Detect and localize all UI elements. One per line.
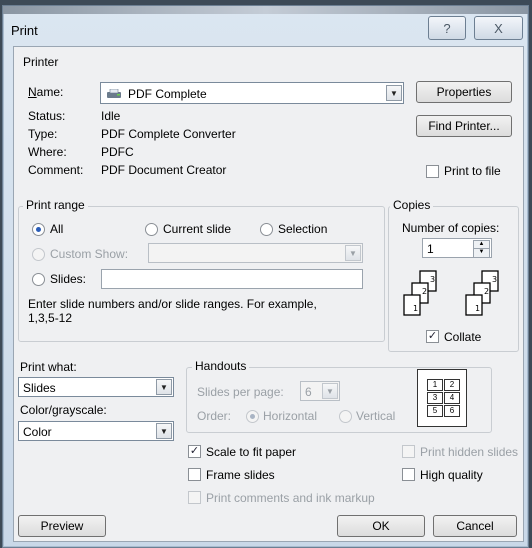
ok-button[interactable]: OK xyxy=(337,515,425,537)
collate-illustration-icon: 321 321 xyxy=(400,265,508,319)
print-comments-label: Print comments and ink markup xyxy=(206,491,375,505)
custom-show-radio[interactable] xyxy=(32,248,45,261)
custom-show-select[interactable]: ▼ xyxy=(148,243,363,263)
print-what-select[interactable]: Slides ▼ xyxy=(18,377,174,397)
frame-slides-checkbox[interactable] xyxy=(188,468,201,481)
chevron-down-icon: ▼ xyxy=(156,423,172,439)
handout-preview: 1 2 3 4 5 6 xyxy=(417,369,467,427)
collate-label: Collate xyxy=(444,330,482,344)
print-range-label: Print range xyxy=(23,198,88,212)
print-hidden-slides-label: Print hidden slides xyxy=(420,445,519,459)
copies-label: Copies xyxy=(390,198,434,212)
chevron-down-icon: ▼ xyxy=(156,379,172,395)
type-value: PDF Complete Converter xyxy=(101,127,236,141)
type-label: Type: xyxy=(28,127,58,141)
close-button[interactable]: X xyxy=(474,16,523,40)
chevron-down-icon: ▼ xyxy=(345,245,361,261)
selection-radio[interactable] xyxy=(260,223,273,236)
svg-text:3: 3 xyxy=(492,275,497,284)
number-of-copies-label: Number of copies: xyxy=(402,221,500,235)
printer-name-value: PDF Complete xyxy=(128,87,207,101)
custom-show-label: Custom Show: xyxy=(50,247,129,261)
help-icon: ? xyxy=(443,20,451,36)
dialog-title: Print xyxy=(11,23,38,38)
handouts-label: Handouts xyxy=(192,359,250,373)
selection-label: Selection xyxy=(278,222,328,236)
printer-group-label: Printer xyxy=(23,55,59,69)
dialog-body: Printer Name: PDF Complete ▼ Properties … xyxy=(13,46,524,542)
high-quality-label: High quality xyxy=(420,468,483,482)
scale-to-fit-label: Scale to fit paper xyxy=(206,445,297,459)
find-printer-button[interactable]: Find Printer... xyxy=(416,115,512,137)
horizontal-label: Horizontal xyxy=(263,409,318,423)
print-comments-checkbox[interactable] xyxy=(188,491,201,504)
background-strip xyxy=(3,6,528,14)
slides-hint: Enter slide numbers and/or slide ranges.… xyxy=(28,297,317,311)
where-label: Where: xyxy=(28,145,67,159)
properties-button[interactable]: Properties xyxy=(416,81,512,103)
printer-name-label: Name: xyxy=(28,85,64,99)
chevron-down-icon: ▼ xyxy=(386,85,402,101)
svg-text:1: 1 xyxy=(475,304,480,313)
all-radio[interactable] xyxy=(32,223,45,236)
print-dialog: Print ? X Printer Name: PDF Complete ▼ P… xyxy=(2,5,529,548)
status-label: Status: xyxy=(28,109,66,123)
number-of-copies-input[interactable]: 1 ▲ ▼ xyxy=(422,238,492,258)
status-value: Idle xyxy=(101,109,121,123)
current-slide-label: Current slide xyxy=(163,222,232,236)
vertical-radio[interactable] xyxy=(339,410,352,423)
svg-text:3: 3 xyxy=(430,275,435,284)
svg-text:2: 2 xyxy=(422,287,427,296)
collate-checkbox[interactable]: ✓ xyxy=(426,330,439,343)
high-quality-checkbox[interactable] xyxy=(402,468,415,481)
comment-value: PDF Document Creator xyxy=(101,163,227,177)
printer-name-select[interactable]: PDF Complete ▼ xyxy=(100,82,404,104)
color-grayscale-label: Color/grayscale: xyxy=(20,403,107,417)
horizontal-radio[interactable] xyxy=(246,410,259,423)
where-value: PDFC xyxy=(101,145,134,159)
all-label: All xyxy=(50,222,64,236)
frame-slides-label: Frame slides xyxy=(206,468,275,482)
chevron-down-icon: ▼ xyxy=(322,383,338,399)
slides-label: Slides: xyxy=(50,272,87,286)
slides-radio[interactable] xyxy=(32,273,45,286)
order-label: Order: xyxy=(197,409,232,423)
color-grayscale-select[interactable]: Color ▼ xyxy=(18,421,174,441)
slides-per-page-select[interactable]: 6 ▼ xyxy=(300,381,340,401)
print-what-label: Print what: xyxy=(20,360,77,374)
slides-per-page-label: Slides per page: xyxy=(197,385,284,399)
slides-hint-example: 1,3,5-12 xyxy=(28,311,73,325)
preview-button[interactable]: Preview xyxy=(18,515,106,537)
svg-text:1: 1 xyxy=(413,304,418,313)
comment-label: Comment: xyxy=(28,163,84,177)
printer-icon xyxy=(106,88,122,98)
print-to-file-checkbox[interactable] xyxy=(426,165,439,178)
help-button[interactable]: ? xyxy=(428,16,466,40)
cancel-button[interactable]: Cancel xyxy=(433,515,517,537)
svg-text:2: 2 xyxy=(484,287,489,296)
print-to-file-label: Print to file xyxy=(444,164,501,178)
slides-input[interactable] xyxy=(101,269,363,289)
print-hidden-slides-checkbox[interactable] xyxy=(402,445,415,458)
spin-down-icon[interactable]: ▼ xyxy=(473,248,490,258)
current-slide-radio[interactable] xyxy=(145,223,158,236)
scale-to-fit-checkbox[interactable]: ✓ xyxy=(188,445,201,458)
close-icon: X xyxy=(494,20,503,36)
vertical-label: Vertical xyxy=(356,409,396,423)
